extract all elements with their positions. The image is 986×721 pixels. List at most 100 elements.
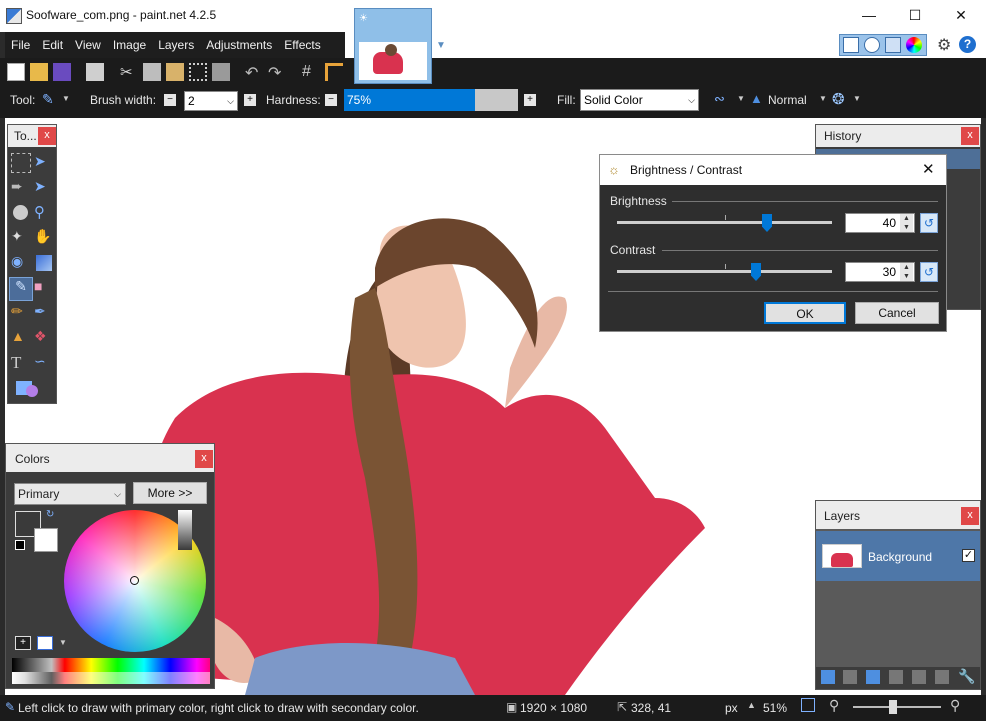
brightness-spinner[interactable]: ▲ ▼	[900, 214, 913, 232]
palette-dropdown-icon[interactable]: ▼	[59, 638, 67, 647]
zoom-out-icon[interactable]: ⚲	[829, 697, 839, 714]
move-selected-icon[interactable]: ➤	[34, 153, 54, 173]
color-mode-select[interactable]: Primary ⌵	[14, 483, 126, 505]
colors-panel-close[interactable]: x	[195, 450, 213, 468]
value-slider[interactable]	[178, 510, 192, 550]
pan-hand-icon[interactable]: ✋	[34, 228, 54, 248]
redo-icon[interactable]: ↷	[268, 63, 286, 82]
layer-visibility-checkbox[interactable]: ✓	[962, 549, 975, 562]
move-selection-icon[interactable]: ➤	[34, 178, 54, 198]
brush-width-decrease[interactable]: −	[164, 94, 176, 106]
colors-window-icon[interactable]	[906, 37, 922, 53]
zoom-icon[interactable]: ⚲	[34, 203, 54, 223]
merge-layer-icon[interactable]	[889, 670, 903, 684]
blend-mode-value[interactable]: Normal	[768, 93, 807, 107]
eraser-icon[interactable]: ■	[34, 278, 54, 298]
units-dropdown-icon[interactable]: ▲	[747, 700, 756, 710]
cut-icon[interactable]: ✂	[120, 63, 138, 81]
brush-width-increase[interactable]: +	[244, 94, 256, 106]
image-tab-thumbnail[interactable]: ☀	[354, 8, 432, 84]
add-layer-icon[interactable]	[821, 670, 835, 684]
brightness-slider-track[interactable]	[617, 214, 832, 232]
ok-button[interactable]: OK	[764, 302, 846, 324]
line-curve-icon[interactable]: ∽	[34, 353, 54, 373]
paintbrush-icon[interactable]: ✎	[42, 91, 54, 108]
menu-file[interactable]: File	[5, 32, 36, 58]
paint-bucket-icon[interactable]: ◉	[11, 253, 31, 273]
paintbrush-tool-icon[interactable]: ✎	[9, 277, 33, 301]
save-icon[interactable]	[53, 63, 71, 81]
lasso-select-icon[interactable]: ➨	[11, 178, 31, 198]
menu-adjustments[interactable]: Adjustments	[200, 32, 278, 58]
menu-view[interactable]: View	[69, 32, 107, 58]
antialias-dropdown-icon[interactable]: ▼	[737, 94, 745, 103]
fill-select[interactable]: Solid Color ⌵	[580, 89, 699, 111]
ellipse-select-icon[interactable]	[13, 205, 28, 220]
secondary-color-swatch[interactable]	[34, 528, 58, 552]
add-to-palette-icon[interactable]: +	[15, 636, 31, 650]
new-file-icon[interactable]	[7, 63, 25, 81]
duplicate-layer-icon[interactable]	[866, 670, 880, 684]
undo-icon[interactable]: ↶	[245, 63, 263, 82]
delete-layer-icon[interactable]	[843, 670, 857, 684]
ruler-icon[interactable]	[325, 63, 343, 81]
tools-panel-close[interactable]: x	[38, 127, 56, 145]
brightness-reset-icon[interactable]: ↺	[920, 213, 938, 233]
more-colors-button[interactable]: More >>	[133, 482, 207, 504]
contrast-slider-track[interactable]	[617, 263, 832, 281]
layers-window-icon[interactable]	[885, 37, 901, 53]
contrast-reset-icon[interactable]: ↺	[920, 262, 938, 282]
history-window-icon[interactable]	[864, 37, 880, 53]
swap-colors-icon[interactable]: ↻	[46, 509, 54, 520]
antialiasing-icon[interactable]: ∾	[714, 91, 725, 107]
move-layer-down-icon[interactable]	[935, 670, 949, 684]
dialog-close-icon[interactable]: ✕	[922, 160, 935, 178]
layer-properties-icon[interactable]: 🔧	[958, 668, 975, 685]
gradient-icon[interactable]	[36, 255, 52, 271]
menu-layers[interactable]: Layers	[152, 32, 200, 58]
layers-panel-close[interactable]: x	[961, 507, 979, 525]
zoom-fit-icon[interactable]	[801, 698, 815, 712]
move-layer-up-icon[interactable]	[912, 670, 926, 684]
copy-icon[interactable]	[143, 63, 161, 81]
palette-row-2[interactable]	[12, 672, 210, 684]
close-window-button[interactable]: ✕	[938, 0, 984, 32]
paste-icon[interactable]	[166, 63, 184, 81]
help-icon[interactable]: ?	[959, 36, 976, 53]
color-picker-icon[interactable]: ✒	[34, 303, 54, 323]
zoom-slider-track[interactable]	[853, 700, 941, 714]
menu-edit[interactable]: Edit	[36, 32, 69, 58]
blend-dropdown-icon[interactable]: ▼	[819, 94, 827, 103]
hardness-decrease[interactable]: −	[325, 94, 337, 106]
deselect-icon[interactable]	[212, 63, 230, 81]
hardness-increase[interactable]: +	[524, 94, 536, 106]
maximize-button[interactable]: ☐	[892, 0, 938, 32]
pencil-icon[interactable]: ✏	[11, 303, 31, 323]
print-icon[interactable]	[86, 63, 104, 81]
menu-effects[interactable]: Effects	[278, 32, 326, 58]
zoom-slider-thumb[interactable]	[889, 700, 897, 714]
open-folder-icon[interactable]	[30, 63, 48, 81]
reset-colors-icon[interactable]	[15, 540, 25, 550]
menu-image[interactable]: Image	[107, 32, 152, 58]
zoom-level[interactable]: 51%	[763, 701, 787, 715]
minimize-button[interactable]: —	[846, 0, 892, 32]
gear-icon[interactable]: ⚙	[937, 35, 951, 55]
grid-icon[interactable]: #	[302, 63, 320, 81]
palette-options-icon[interactable]	[37, 636, 53, 650]
hardness-slider[interactable]: 75%	[344, 89, 518, 111]
crop-icon[interactable]	[189, 63, 207, 81]
tab-dropdown-icon[interactable]: ▼	[436, 40, 446, 51]
contrast-slider-thumb[interactable]	[751, 263, 761, 281]
magic-wand-icon[interactable]: ✦	[11, 228, 31, 248]
history-panel-close[interactable]: x	[961, 127, 979, 145]
units-selector[interactable]: px	[725, 701, 738, 715]
clone-stamp-icon[interactable]: ▲	[11, 328, 31, 348]
brush-width-input[interactable]: 2 ⌵	[184, 91, 238, 111]
brightness-slider-thumb[interactable]	[762, 214, 772, 232]
alpha-dropdown-icon[interactable]: ▼	[853, 94, 861, 103]
palette-row-1[interactable]	[12, 658, 210, 672]
rectangle-select-icon[interactable]	[11, 153, 31, 173]
color-wheel-marker[interactable]	[130, 576, 139, 585]
zoom-in-icon[interactable]: ⚲	[950, 697, 960, 714]
